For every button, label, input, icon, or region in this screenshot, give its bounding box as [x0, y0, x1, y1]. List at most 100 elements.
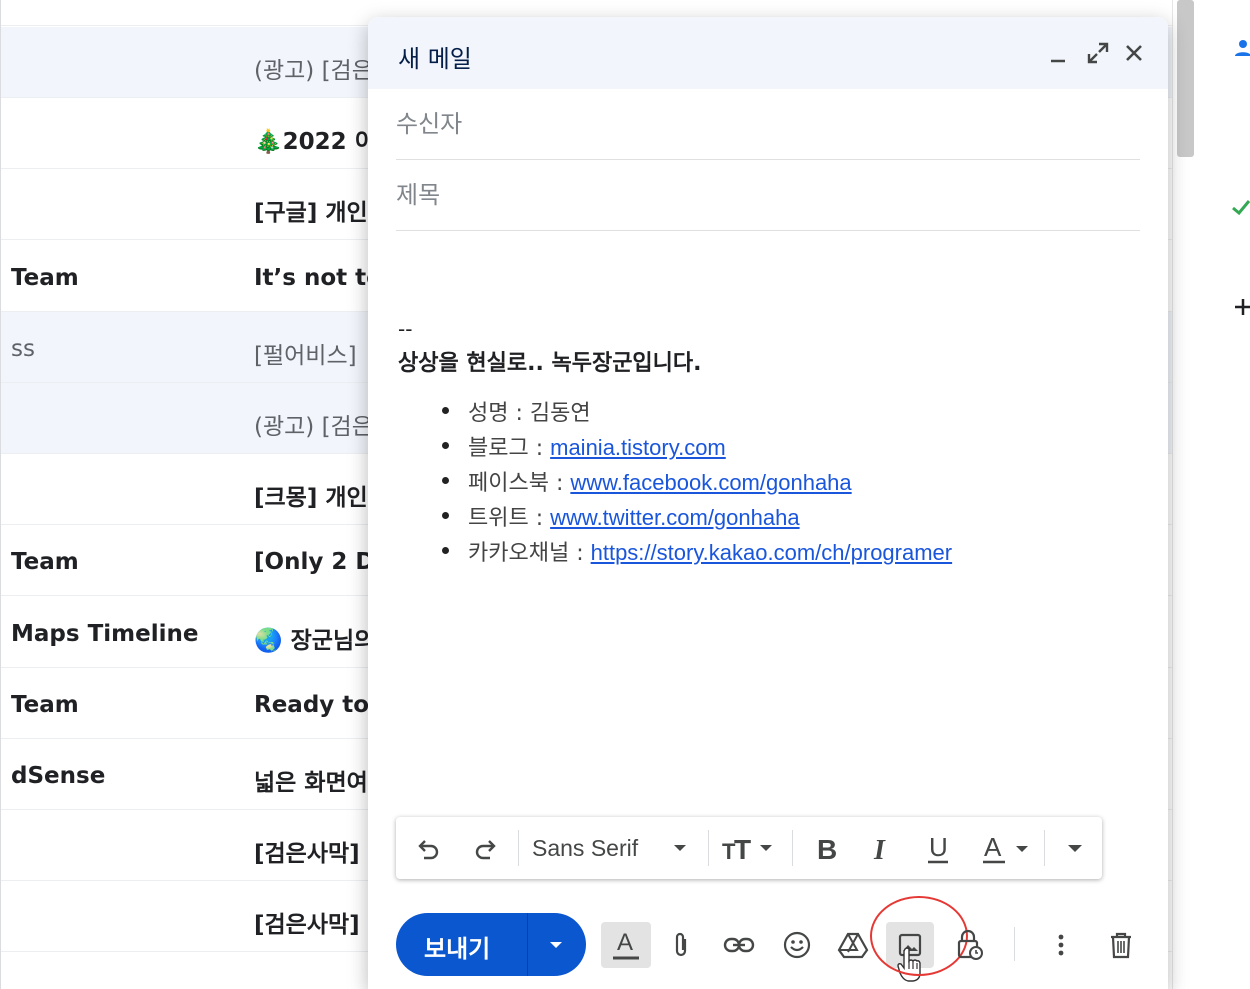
svg-text:U: U	[929, 832, 948, 862]
close-button[interactable]	[1120, 39, 1148, 67]
emoji-icon	[783, 931, 811, 959]
insert-link-button[interactable]	[716, 922, 762, 968]
attach-file-button[interactable]	[658, 922, 704, 968]
inbox-row-subject: (광고) [검은	[254, 414, 373, 440]
trash-icon	[1111, 932, 1131, 959]
inbox-row-subject: 🌏 장군님의	[254, 627, 376, 654]
undo-icon	[418, 840, 439, 860]
bold-button[interactable]: B	[808, 829, 844, 867]
toolbar-divider	[708, 830, 709, 866]
svg-text:I: I	[873, 835, 886, 863]
insert-emoji-button[interactable]	[774, 922, 820, 968]
italic-button[interactable]: I	[864, 829, 900, 867]
contacts-icon[interactable]	[1233, 38, 1250, 58]
svg-text:A: A	[984, 832, 1002, 862]
more-formatting-button[interactable]	[1056, 829, 1094, 867]
blog-link[interactable]: mainia.tistory.com	[550, 435, 726, 460]
close-icon	[1126, 45, 1142, 61]
compose-window: 새 메일 -- 상상을 현실로.. 녹두장군입니다. 성명 : 김동연 블로그 …	[368, 17, 1168, 989]
discard-draft-button[interactable]	[1098, 922, 1144, 968]
inbox-row-subject: [구글] 개인	[254, 200, 368, 227]
subject-input[interactable]	[396, 176, 1140, 214]
confidential-mode-button[interactable]	[946, 922, 992, 968]
minimize-button[interactable]	[1044, 39, 1072, 67]
toolbar-divider	[518, 830, 519, 866]
inbox-row-sender: dSense	[11, 763, 106, 789]
inbox-row-sender: ss	[11, 335, 35, 362]
signature-item-label: 페이스북 :	[468, 471, 571, 496]
formatting-toolbar: Sans Serif TT B I U A	[396, 817, 1102, 879]
signature-item-blog: 블로그 : mainia.tistory.com	[440, 430, 1138, 465]
facebook-link[interactable]: www.facebook.com/gonhaha	[570, 470, 851, 495]
svg-text:T: T	[734, 834, 751, 863]
svg-text:B: B	[817, 834, 837, 863]
signature-dash: --	[398, 317, 413, 341]
signature-item-name: 성명 : 김동연	[440, 395, 1138, 430]
subject-field	[396, 160, 1140, 231]
signature-item-label: 트위트 :	[468, 506, 551, 531]
more-vert-icon	[1058, 934, 1064, 956]
expand-icon	[1087, 42, 1109, 64]
chevron-down-icon	[674, 845, 686, 851]
schedule-send-dropdown[interactable]	[546, 935, 566, 955]
formatting-options-button[interactable]: A	[601, 922, 651, 968]
paperclip-icon	[675, 932, 687, 957]
inbox-row-sender: Team	[11, 691, 79, 718]
fullscreen-button[interactable]	[1084, 39, 1112, 67]
format-text-icon: A	[613, 929, 639, 960]
to-input[interactable]	[396, 105, 1140, 143]
drive-icon	[837, 932, 869, 959]
insert-drive-button[interactable]	[830, 922, 876, 968]
link-icon	[723, 937, 755, 953]
send-divider	[527, 913, 528, 976]
inbox-row-subject: It’s not to	[254, 264, 382, 291]
toolbar-divider	[792, 830, 793, 866]
italic-icon: I	[873, 835, 886, 863]
chevron-down-icon	[1068, 845, 1082, 852]
font-select[interactable]: Sans Serif	[532, 829, 698, 867]
inbox-row-subject: Ready to	[254, 691, 370, 718]
signature-list: 성명 : 김동연 블로그 : mainia.tistory.com 페이스북 :…	[440, 395, 1138, 570]
text-color-icon: A	[983, 832, 1028, 864]
underline-button[interactable]: U	[920, 829, 956, 867]
font-size-button[interactable]: TT	[720, 829, 780, 867]
compose-header[interactable]: 새 메일	[368, 17, 1168, 89]
send-button-group: 보내기	[396, 913, 586, 976]
inbox-row-subject: [펄어비스]	[254, 342, 357, 369]
font-select-value: Sans Serif	[532, 834, 639, 861]
text-size-icon: TT	[722, 834, 772, 863]
signature-item-kakao: 카카오채널 : https://story.kakao.com/ch/progr…	[440, 535, 1138, 570]
signature-item-facebook: 페이스북 : www.facebook.com/gonhaha	[440, 465, 1138, 500]
inbox-row-subject: (광고) [검은	[254, 58, 373, 84]
svg-text:A: A	[617, 929, 633, 956]
text-color-button[interactable]: A	[980, 829, 1040, 867]
signature-tagline: 상상을 현실로.. 녹두장군입니다.	[398, 351, 702, 376]
send-button[interactable]: 보내기	[424, 929, 490, 964]
tasks-icon[interactable]	[1231, 196, 1250, 216]
compose-title: 새 메일	[398, 45, 472, 73]
message-body[interactable]: -- 상상을 현실로.. 녹두장군입니다. 성명 : 김동연 블로그 : mai…	[398, 317, 1138, 570]
inbox-row-subject: 넓은 화면여	[254, 770, 368, 796]
redo-icon	[475, 840, 496, 860]
toolbar-divider	[1044, 830, 1045, 866]
inbox-row-subject: [검은사막]	[254, 912, 360, 939]
signature-item-label: 블로그 :	[468, 436, 551, 461]
signature-item-label: 성명 : 김동연	[468, 401, 591, 426]
toolbar-divider	[1014, 927, 1015, 961]
inbox-row-subject: [검은사막]	[254, 841, 360, 868]
undo-button[interactable]	[410, 829, 448, 867]
minimize-icon	[1051, 59, 1065, 63]
add-addon-icon[interactable]	[1233, 297, 1250, 317]
redo-button[interactable]	[466, 829, 504, 867]
scrollbar-thumb[interactable]	[1177, 0, 1194, 157]
inbox-row-sender: Team	[11, 264, 79, 291]
bold-icon: B	[817, 834, 837, 863]
inbox-row-sender: Team	[11, 549, 79, 576]
twitter-link[interactable]: www.twitter.com/gonhaha	[550, 505, 799, 530]
inbox-row-subject: [크몽] 개인	[254, 485, 368, 512]
kakao-link[interactable]: https://story.kakao.com/ch/programer	[591, 540, 953, 565]
inbox-row-sender: Maps Timeline	[11, 620, 199, 647]
more-options-button[interactable]	[1038, 922, 1084, 968]
signature-item-label: 카카오채널 :	[468, 541, 591, 566]
lock-clock-icon	[957, 929, 983, 960]
